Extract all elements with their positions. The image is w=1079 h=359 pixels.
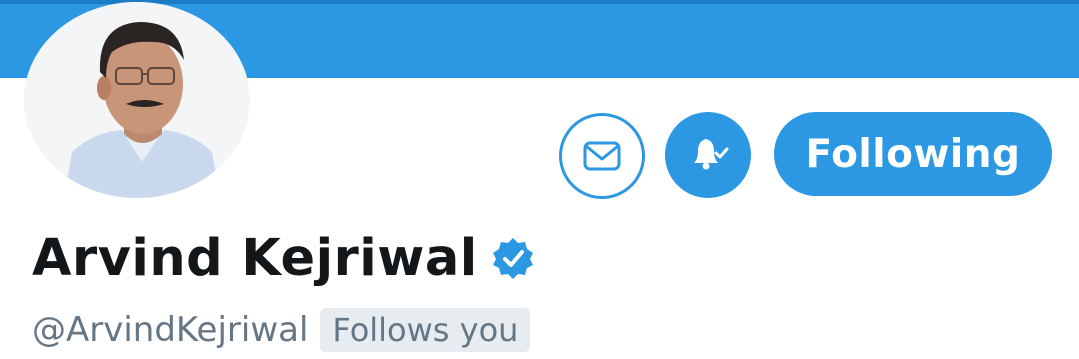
banner-top-edge — [0, 0, 1079, 4]
verified-badge-icon — [490, 235, 536, 281]
envelope-icon — [562, 116, 642, 196]
notifications-button[interactable] — [665, 112, 751, 198]
handle-row: @ArvindKejriwal Follows you — [32, 305, 531, 355]
follows-you-badge: Follows you — [320, 308, 531, 352]
profile-handle: @ArvindKejriwal — [32, 310, 309, 350]
following-button[interactable]: Following — [774, 112, 1052, 196]
avatar-photo — [24, 2, 250, 198]
display-name: Arvind Kejriwal — [32, 228, 478, 288]
profile-avatar[interactable] — [24, 2, 250, 198]
message-button[interactable] — [559, 113, 645, 199]
name-row: Arvind Kejriwal — [32, 222, 536, 294]
bell-check-icon — [665, 112, 751, 198]
